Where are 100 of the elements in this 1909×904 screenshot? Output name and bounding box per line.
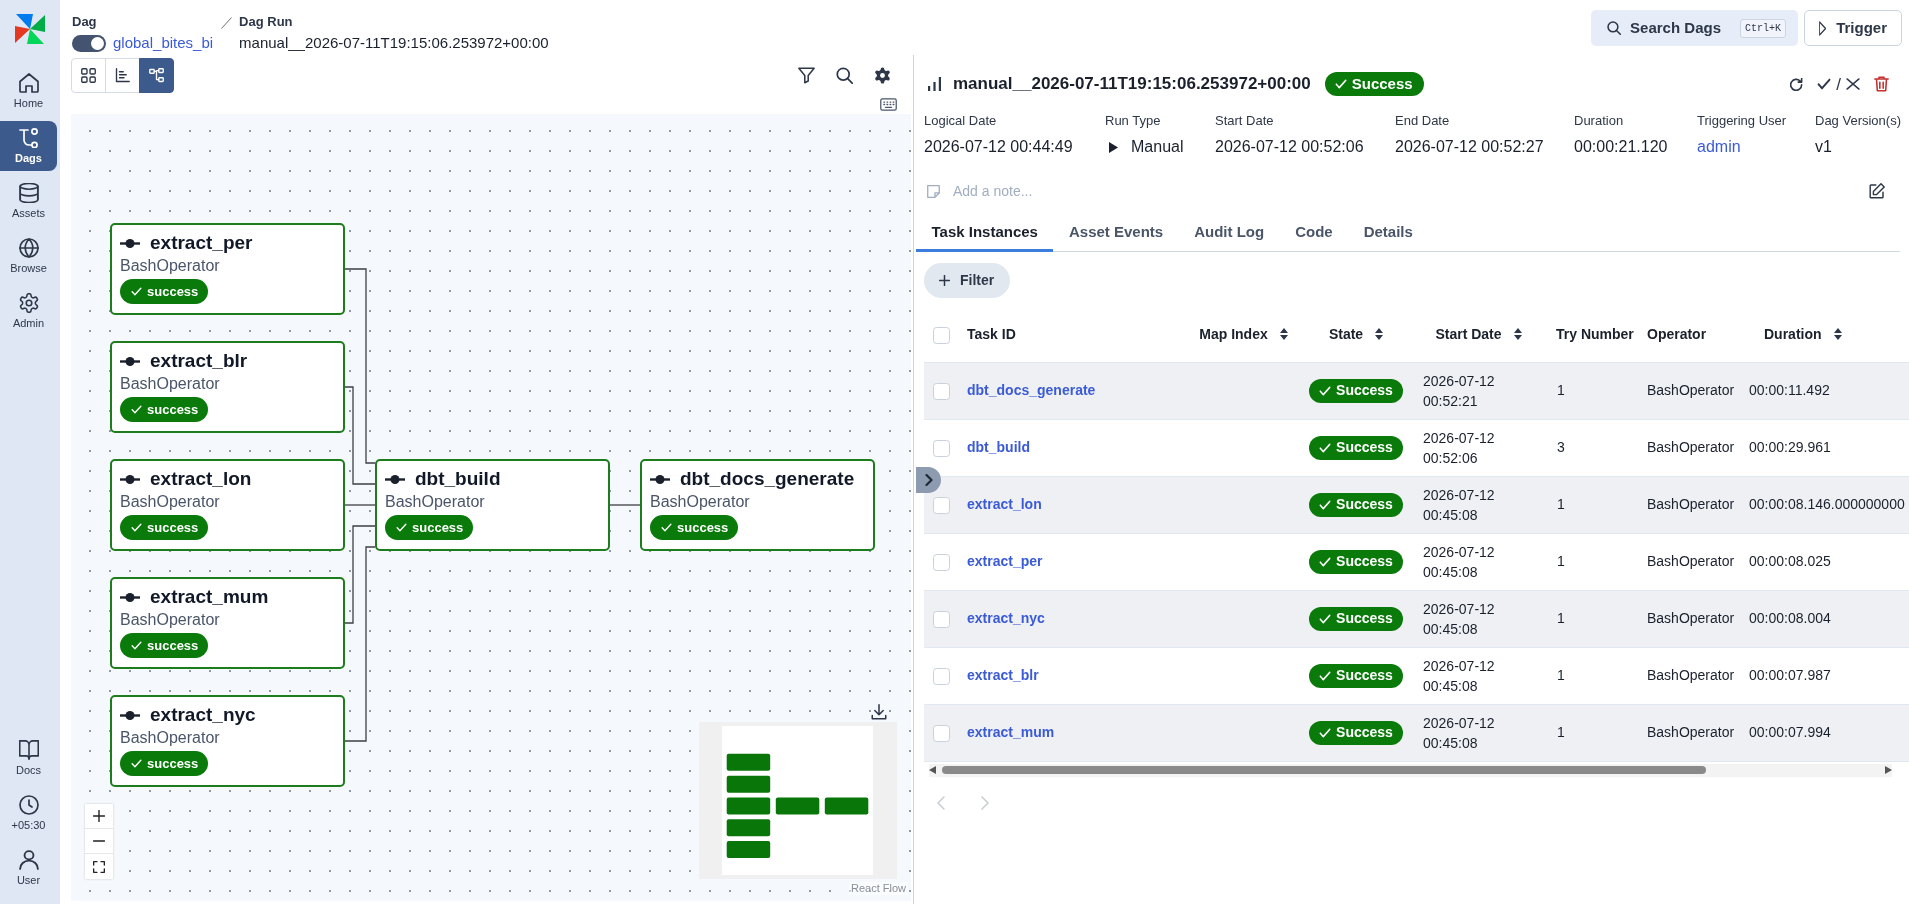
check-icon — [131, 405, 142, 414]
sidebar-item[interactable]: Browse — [0, 231, 57, 281]
task-name: extract_nyc — [150, 703, 256, 727]
check-icon — [1319, 727, 1332, 738]
check-icon — [1319, 442, 1332, 453]
row-checkbox[interactable] — [933, 667, 950, 685]
state-label: success — [147, 636, 199, 655]
edit-icon[interactable] — [1869, 183, 1885, 199]
table-row[interactable]: dbt_build Success 2026-07-12 00:52:06 3 BashOperator 00:00:29.961 — [924, 419, 1909, 476]
minimap-panel[interactable] — [699, 722, 897, 879]
play-icon — [1109, 141, 1118, 153]
scrollbar-thumb[interactable] — [942, 766, 1706, 774]
filter-button[interactable]: Filter — [924, 263, 1010, 298]
sidebar-item[interactable]: Dags — [0, 121, 57, 171]
operator-name: BashOperator — [120, 492, 221, 512]
fit-view-button[interactable] — [85, 854, 113, 879]
table-cell: 3 — [1546, 419, 1641, 476]
row-checkbox[interactable] — [933, 553, 950, 571]
task-node[interactable]: dbt_docs_generate BashOperator success — [640, 459, 875, 551]
task-node[interactable]: extract_per BashOperator success — [110, 223, 345, 315]
note-field[interactable]: Add a note... — [953, 180, 1253, 202]
dag-link[interactable]: global_bites_bi — [113, 31, 214, 55]
detail-value: 2026-07-12 00:52:27 — [1395, 137, 1544, 157]
user-link[interactable]: admin — [1697, 137, 1741, 157]
row-checkbox[interactable] — [933, 439, 950, 457]
sidebar-item[interactable]: Docs — [0, 733, 57, 783]
table-row[interactable]: dbt_docs_generate Success 2026-07-12 00:52:21 1 BashOperator 00:00:11.492 — [924, 362, 1909, 419]
table-row[interactable]: extract_mum Success 2026-07-12 00:45:08 1 BashOperator 00:00:07.994 — [924, 704, 1909, 761]
trash-icon[interactable] — [1874, 76, 1889, 92]
column-header[interactable]: Task ID — [959, 308, 1186, 362]
search-dags-button[interactable]: Search Dags Ctrl+K — [1591, 10, 1798, 46]
zoom-out-button[interactable] — [85, 829, 113, 854]
search-label: Search Dags — [1630, 17, 1721, 38]
tab[interactable]: Task Instances — [916, 215, 1054, 252]
task-link[interactable]: extract_per — [967, 553, 1043, 569]
table-row[interactable]: extract_nyc Success 2026-07-12 00:45:08 1 BashOperator 00:00:08.004 — [924, 590, 1909, 647]
table-cell: 1 — [1546, 476, 1641, 533]
shortcut-key: Ctrl+K — [1740, 18, 1786, 38]
check-icon — [1319, 499, 1332, 510]
download-icon[interactable] — [871, 704, 887, 720]
table-row[interactable]: extract_lon Success 2026-07-12 00:45:08 1 BashOperator 00:00:08.146.000000000 — [924, 476, 1909, 533]
task-node[interactable]: extract_mum BashOperator success — [110, 577, 345, 669]
task-node[interactable]: dbt_build BashOperator success — [375, 459, 610, 551]
horizontal-scrollbar[interactable] — [929, 763, 1892, 777]
row-checkbox[interactable] — [933, 496, 950, 514]
sidebar-item[interactable]: Home — [0, 66, 57, 116]
task-node[interactable]: extract_blr BashOperator success — [110, 341, 345, 433]
table-row[interactable]: extract_blr Success 2026-07-12 00:45:08 1 BashOperator 00:00:07.987 — [924, 647, 1909, 704]
row-checkbox[interactable] — [933, 610, 950, 628]
column-header[interactable]: State — [1301, 308, 1411, 362]
database-icon — [18, 183, 39, 203]
mark-run-button[interactable]: / — [1817, 75, 1860, 93]
row-checkbox[interactable] — [933, 382, 950, 400]
row-checkbox[interactable] — [933, 724, 950, 742]
table-cell: BashOperator — [1641, 590, 1741, 647]
sidebar-item[interactable]: +05:30 — [0, 788, 57, 838]
column-header[interactable]: Try Number — [1546, 308, 1641, 362]
table-cell: 2026-07-12 00:52:21 — [1411, 362, 1546, 419]
column-header[interactable]: Duration — [1741, 308, 1909, 362]
refresh-icon[interactable] — [1790, 77, 1804, 91]
sidebar-item[interactable]: Admin — [0, 286, 57, 336]
task-link[interactable]: dbt_docs_generate — [967, 382, 1096, 398]
graph-icon — [149, 68, 164, 83]
filter-icon[interactable] — [798, 67, 815, 84]
task-node[interactable]: extract_nyc BashOperator success — [110, 695, 345, 787]
task-name: extract_per — [150, 231, 253, 255]
select-all-checkbox[interactable] — [933, 327, 950, 345]
table-row[interactable]: extract_per Success 2026-07-12 00:45:08 1 BashOperator 00:00:08.025 — [924, 533, 1909, 590]
table-cell: BashOperator — [1641, 533, 1741, 590]
note-icon — [927, 184, 940, 198]
task-link[interactable]: extract_lon — [967, 496, 1042, 512]
tab[interactable]: Code — [1279, 215, 1349, 252]
column-header[interactable]: Map Index — [1186, 308, 1301, 362]
keyboard-icon[interactable] — [880, 98, 897, 111]
pinwheel-logo[interactable] — [13, 12, 47, 46]
state-label: success — [412, 518, 464, 537]
sidebar-item[interactable]: Assets — [0, 176, 57, 226]
column-header[interactable]: Start Date — [1411, 308, 1546, 362]
view-mode-button[interactable] — [139, 58, 174, 93]
sidebar-item[interactable]: User — [0, 843, 57, 893]
search-icon[interactable] — [836, 67, 853, 84]
settings-icon[interactable] — [874, 67, 891, 84]
dag-toggle[interactable] — [72, 34, 106, 52]
column-header[interactable]: Operator — [1641, 308, 1741, 362]
dot-line-icon — [120, 238, 140, 248]
zoom-in-button[interactable] — [85, 804, 113, 829]
task-link[interactable]: extract_mum — [967, 724, 1055, 740]
task-link[interactable]: extract_blr — [967, 667, 1039, 683]
panel-toggle-button[interactable] — [916, 467, 941, 493]
check-icon — [131, 523, 142, 532]
task-node[interactable]: extract_lon BashOperator success — [110, 459, 345, 551]
plus-icon — [939, 275, 950, 286]
trigger-button[interactable]: Trigger — [1804, 10, 1902, 46]
tab[interactable]: Details — [1348, 215, 1429, 252]
operator-name: BashOperator — [120, 256, 221, 276]
tab[interactable]: Audit Log — [1178, 215, 1280, 252]
task-link[interactable]: dbt_build — [967, 439, 1030, 455]
task-link[interactable]: extract_nyc — [967, 610, 1045, 626]
state-label: Success — [1351, 73, 1413, 94]
tab[interactable]: Asset Events — [1053, 215, 1179, 252]
